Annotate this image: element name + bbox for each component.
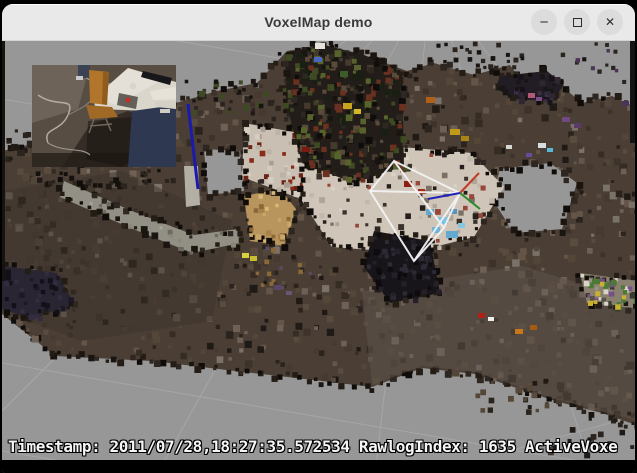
- minimize-button[interactable]: ─: [531, 9, 557, 35]
- bottom-black-bar: [2, 460, 635, 473]
- voxel-3d-scene: [2, 41, 635, 460]
- scatter-top-right: [561, 42, 626, 84]
- window-title: VoxelMap demo: [264, 14, 372, 30]
- window-controls: ─ ✕: [531, 4, 623, 40]
- status-text: Timestamp: 2011/07/28,18:27:35.572534 Ra…: [8, 437, 617, 456]
- maximize-button[interactable]: [564, 9, 590, 35]
- voxelmap-demo-window: VoxelMap demo ─ ✕ Timestamp: 2011/07/28,…: [2, 4, 635, 473]
- minimize-icon: ─: [540, 16, 547, 28]
- camera-inset-image: [32, 65, 176, 167]
- close-button[interactable]: ✕: [597, 9, 623, 35]
- voxelmap-3d-viewport[interactable]: Timestamp: 2011/07/28,18:27:35.572534 Ra…: [2, 41, 635, 460]
- maximize-icon: [573, 18, 582, 27]
- close-icon: ✕: [605, 16, 615, 28]
- titlebar[interactable]: VoxelMap demo ─ ✕: [2, 4, 635, 41]
